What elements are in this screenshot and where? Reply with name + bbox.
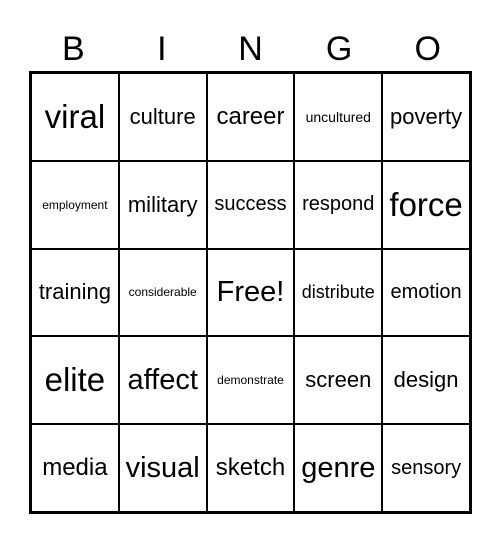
bingo-grid: viral culture career uncultured poverty …: [29, 71, 472, 514]
bingo-cell[interactable]: media: [31, 424, 119, 512]
header-letter-b: B: [61, 30, 85, 68]
bingo-cell[interactable]: sketch: [206, 424, 295, 512]
header-letter-n: N: [238, 30, 263, 68]
bingo-cell[interactable]: career: [206, 73, 295, 161]
bingo-cell[interactable]: genre: [294, 424, 383, 512]
bingo-cell[interactable]: viral: [31, 73, 119, 161]
bingo-cell[interactable]: elite: [31, 336, 119, 425]
bingo-cell[interactable]: distribute: [294, 248, 383, 337]
bingo-cell[interactable]: training: [31, 248, 119, 337]
bingo-cell[interactable]: culture: [118, 73, 207, 161]
bingo-cell[interactable]: affect: [118, 336, 207, 425]
bingo-cell[interactable]: respond: [294, 160, 383, 249]
bingo-header: B I N G O: [29, 28, 472, 70]
bingo-cell[interactable]: success: [206, 160, 295, 249]
bingo-cell[interactable]: emotion: [382, 248, 470, 337]
bingo-cell[interactable]: demonstrate: [206, 336, 295, 425]
bingo-cell[interactable]: considerable: [118, 248, 207, 337]
header-letter-o: O: [414, 30, 441, 68]
bingo-cell[interactable]: military: [118, 160, 207, 249]
bingo-cell[interactable]: design: [382, 336, 470, 425]
header-letter-i: I: [157, 30, 167, 68]
bingo-cell[interactable]: uncultured: [294, 73, 383, 161]
bingo-cell[interactable]: force: [382, 160, 470, 249]
bingo-cell[interactable]: poverty: [382, 73, 470, 161]
header-letter-g: G: [325, 30, 353, 68]
bingo-cell[interactable]: sensory: [382, 424, 470, 512]
bingo-cell[interactable]: visual: [118, 424, 207, 512]
bingo-cell[interactable]: employment: [31, 160, 119, 249]
bingo-cell[interactable]: screen: [294, 336, 383, 425]
free-space-cell[interactable]: Free!: [206, 248, 295, 337]
